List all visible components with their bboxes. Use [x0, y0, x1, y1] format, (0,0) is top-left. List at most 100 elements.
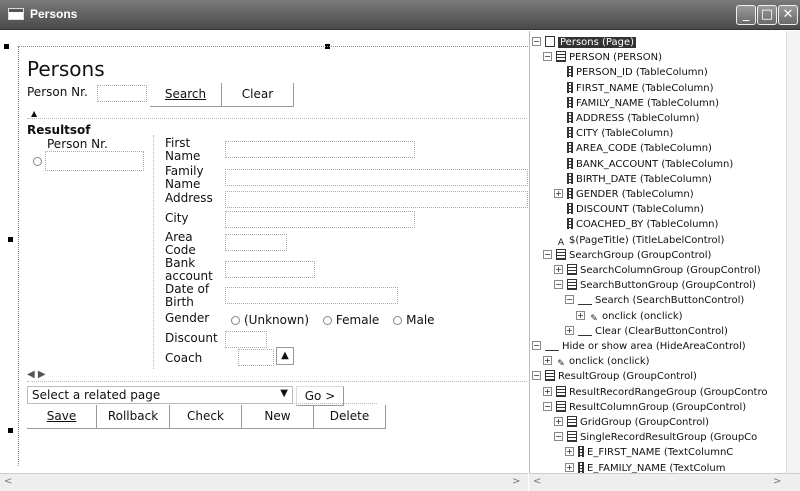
tree-item[interactable]: − ResultColumnGroup (GroupControl): [543, 400, 746, 415]
scroll-left-icon[interactable]: <: [533, 476, 541, 487]
collapse-icon[interactable]: −: [543, 249, 552, 259]
grid-row-radio[interactable]: [33, 157, 42, 166]
expand-icon[interactable]: +: [543, 356, 552, 366]
tree-item[interactable]: PERSON_ID (TableColumn): [554, 65, 708, 80]
collapse-icon[interactable]: −: [543, 401, 552, 411]
resize-handle[interactable]: [8, 237, 13, 242]
tree-item[interactable]: − SearchButtonGroup (GroupControl): [554, 278, 756, 293]
tree-item[interactable]: − PERSON (PERSON): [543, 50, 662, 65]
grid-divider: [153, 135, 154, 369]
form-horizontal-scrollbar[interactable]: < >: [0, 473, 528, 491]
tree-item[interactable]: A $(PageTitle) (TitleLabelControl): [543, 233, 724, 248]
collapse-icon[interactable]: −: [532, 371, 541, 381]
minimize-button[interactable]: _: [736, 5, 756, 25]
tree-item[interactable]: CITY (TableColumn): [554, 126, 673, 141]
record-range-arrows[interactable]: ◀ ▶: [27, 369, 46, 380]
tree-item-label: FAMILY_NAME (TableColumn): [576, 97, 720, 109]
tree-item[interactable]: + E_FAMILY_NAME (TextColum: [565, 461, 725, 473]
expand-icon[interactable]: +: [565, 462, 574, 472]
expand-icon[interactable]: +: [554, 265, 563, 274]
family-name-input[interactable]: [225, 169, 528, 186]
tree-horizontal-scrollbar[interactable]: < >: [529, 473, 800, 491]
group-icon: [567, 264, 577, 275]
tree-item-label: PERSON (PERSON): [569, 52, 662, 64]
tree-item[interactable]: − SearchGroup (GroupControl): [543, 248, 711, 263]
tree-item[interactable]: COACHED_BY (TableColumn): [554, 217, 718, 232]
collapse-icon[interactable]: −: [565, 295, 574, 305]
tree-item-label: BIRTH_DATE (TableColumn): [576, 173, 712, 185]
gender-male-option[interactable]: Male: [393, 313, 435, 327]
tree-item[interactable]: DISCOUNT (TableColumn): [554, 202, 704, 217]
scroll-right-icon[interactable]: >: [773, 476, 781, 487]
address-input[interactable]: [225, 191, 528, 208]
tree-item[interactable]: + ✎ onclick (onclick): [543, 354, 650, 369]
collapse-icon[interactable]: −: [532, 341, 541, 350]
coach-label: Coach: [165, 351, 203, 365]
tree-item-label: FIRST_NAME (TableColumn): [576, 82, 714, 94]
gender-female-option[interactable]: Female: [322, 313, 379, 327]
check-button[interactable]: Check: [170, 405, 242, 429]
new-button[interactable]: New: [242, 405, 314, 429]
tree-item[interactable]: + SearchColumnGroup (GroupControl): [554, 263, 761, 278]
coach-input[interactable]: [238, 349, 274, 366]
maximize-button[interactable]: □: [757, 5, 777, 25]
tree-item[interactable]: − Search (SearchButtonControl): [565, 293, 744, 308]
close-button[interactable]: ✕: [778, 5, 798, 25]
delete-button[interactable]: Delete: [314, 405, 386, 429]
tree-item[interactable]: + E_FIRST_NAME (TextColumnC: [565, 445, 733, 460]
rollback-button[interactable]: Rollback: [97, 405, 170, 429]
tree-item-label: DISCOUNT (TableColumn): [576, 204, 704, 216]
scroll-right-icon[interactable]: >: [512, 476, 520, 487]
collapse-icon[interactable]: −: [543, 52, 552, 62]
tree-item[interactable]: + GridGroup (GroupControl): [554, 415, 709, 430]
tree-vertical-scrollbar[interactable]: [786, 31, 800, 473]
tree-item[interactable]: BANK_ACCOUNT (TableColumn): [554, 157, 733, 172]
tree-item[interactable]: FIRST_NAME (TableColumn): [554, 81, 714, 96]
form-design-canvas[interactable]: Persons Person Nr. Search Clear ▲ Result…: [0, 31, 528, 473]
search-person-nr-input[interactable]: [97, 85, 147, 102]
resize-handle[interactable]: [4, 44, 9, 49]
tree-item[interactable]: − Persons (Page): [532, 35, 637, 50]
tree-item[interactable]: ADDRESS (TableColumn): [554, 111, 699, 126]
expand-icon[interactable]: +: [543, 386, 552, 396]
tree-item[interactable]: AREA_CODE (TableColumn): [554, 141, 712, 156]
button-icon: [578, 325, 592, 336]
search-button[interactable]: Search: [150, 83, 222, 107]
scroll-left-icon[interactable]: <: [4, 476, 12, 487]
window-icon[interactable]: [8, 8, 24, 20]
discount-input[interactable]: [225, 331, 267, 348]
gender-unknown-option[interactable]: (Unknown): [231, 313, 309, 327]
collapse-icon[interactable]: −: [532, 37, 541, 46]
coach-lookup-button[interactable]: ▲: [276, 347, 294, 365]
tree-item[interactable]: − Hide or show area (HideAreaControl): [532, 339, 746, 354]
collapse-icon[interactable]: −: [554, 432, 563, 442]
related-page-select[interactable]: Select a related page ▼: [27, 386, 293, 404]
tree-item[interactable]: + ✎ onclick (onclick): [576, 309, 683, 324]
expand-icon[interactable]: +: [565, 325, 574, 335]
search-button-label: Search: [164, 87, 207, 101]
clear-button[interactable]: Clear: [222, 83, 294, 107]
tree-item[interactable]: FAMILY_NAME (TableColumn): [554, 96, 719, 111]
grid-person-nr-cell[interactable]: [45, 151, 144, 171]
birth-date-input[interactable]: [225, 287, 398, 304]
expand-icon[interactable]: +: [554, 189, 563, 198]
collapse-icon[interactable]: −: [554, 280, 563, 290]
tree-item[interactable]: + Clear (ClearButtonControl): [565, 324, 728, 339]
bank-account-input[interactable]: [225, 261, 315, 278]
resize-handle[interactable]: [8, 428, 13, 433]
tree-item-label: ResultGroup (GroupControl): [558, 371, 697, 383]
tree-item[interactable]: BIRTH_DATE (TableColumn): [554, 172, 712, 187]
first-name-input[interactable]: [225, 141, 415, 158]
tree-item[interactable]: − ResultGroup (GroupControl): [532, 369, 697, 384]
expand-icon[interactable]: +: [576, 310, 585, 320]
tree-item[interactable]: + ResultRecordRangeGroup (GroupContro: [543, 385, 767, 400]
tree-item[interactable]: + GENDER (TableColumn): [554, 187, 694, 202]
save-button[interactable]: Save: [27, 405, 97, 429]
city-input[interactable]: [225, 211, 415, 228]
expand-icon[interactable]: +: [565, 447, 574, 457]
tree-item[interactable]: − SingleRecordResultGroup (GroupCo: [554, 430, 757, 445]
expand-icon[interactable]: +: [554, 417, 563, 426]
area-code-input[interactable]: [225, 234, 287, 251]
hide-area-arrow[interactable]: ▲: [31, 109, 37, 118]
control-tree[interactable]: − Persons (Page) − PERSON (PERSON) PERSON_ID…: [529, 31, 800, 473]
